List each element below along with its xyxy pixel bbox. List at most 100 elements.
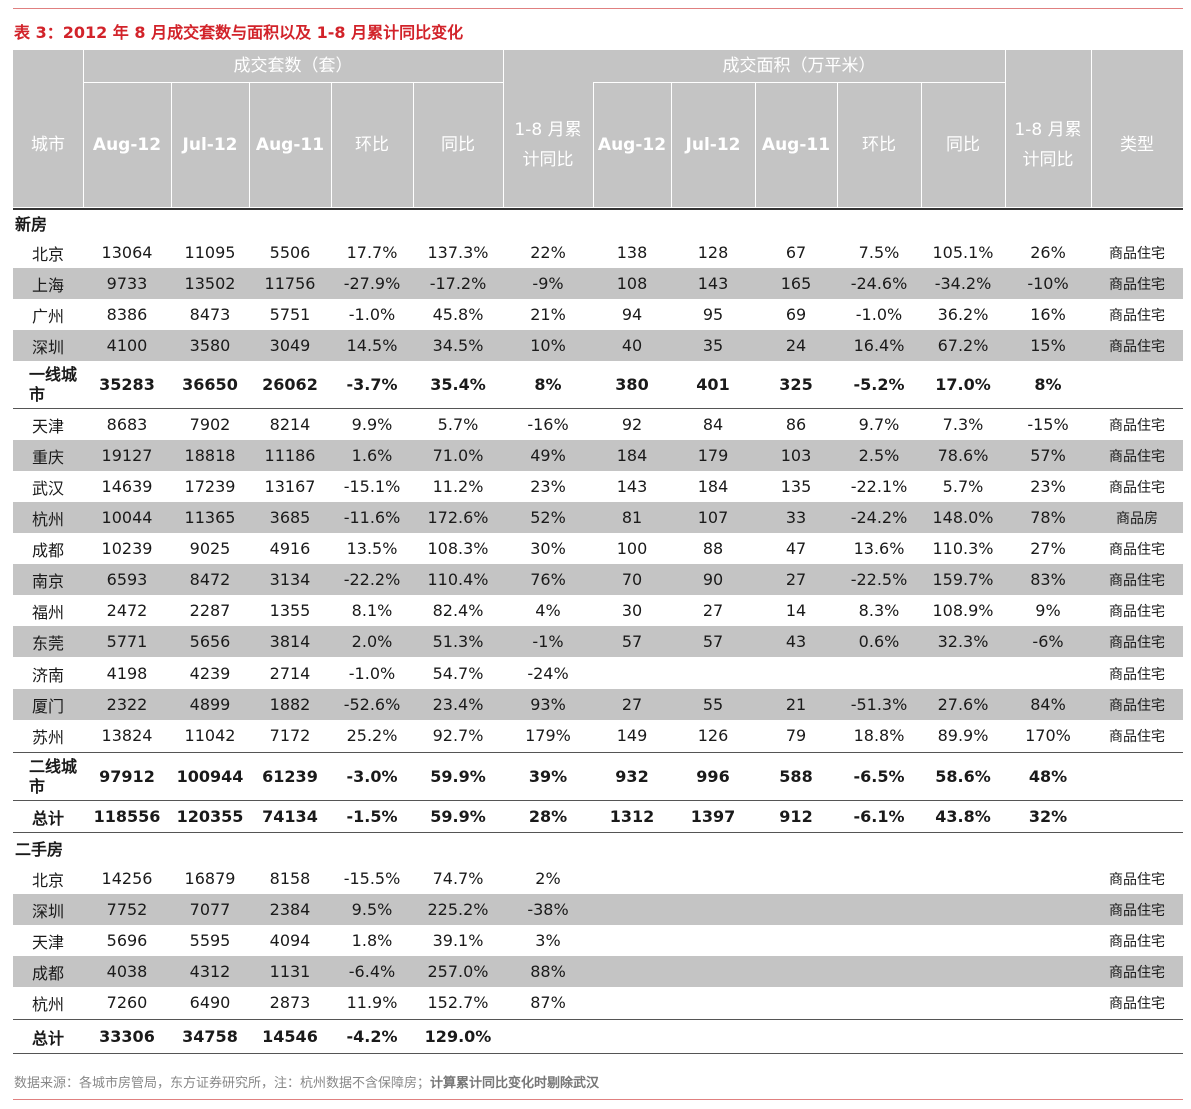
row-value: 74.7% bbox=[432, 869, 484, 888]
header-group-area: 成交面积（万平米） bbox=[722, 56, 876, 76]
row-city: 总计 bbox=[31, 808, 64, 828]
row-value: 118556 bbox=[93, 807, 161, 826]
header-units-col: Jul-12 bbox=[182, 134, 238, 155]
header-area-col: Aug-12 bbox=[597, 134, 667, 155]
row-value: 27% bbox=[1030, 539, 1066, 558]
row-value bbox=[671, 987, 755, 1018]
table-row: 厦门 2322 4899 1882 -52.6% 23.4% 93% 27 55 21 -51.3%… bbox=[13, 689, 1183, 720]
row-type bbox=[1091, 801, 1183, 832]
table-rule bbox=[13, 832, 1183, 833]
row-city: 北京 bbox=[31, 244, 64, 264]
table-row: 重庆 19127 18818 11186 1.6% 71.0% 49% 184 179 103 2.… bbox=[13, 440, 1183, 471]
row-value: -10% bbox=[1027, 274, 1069, 293]
row-value: -11.6% bbox=[343, 508, 401, 527]
row-value: 26062 bbox=[262, 375, 318, 394]
row-value bbox=[671, 658, 755, 689]
row-value: 4916 bbox=[269, 539, 311, 558]
table-row: 南京 6593 8472 3134 -22.2% 110.4% 76% 70 90 27 -22.5… bbox=[13, 564, 1183, 595]
row-value: -38% bbox=[527, 900, 569, 919]
row-city: 二线城市 bbox=[29, 756, 78, 796]
row-value: 108 bbox=[616, 274, 648, 293]
row-value: 94 bbox=[621, 305, 643, 324]
row-city: 成都 bbox=[31, 540, 64, 560]
row-value: 69 bbox=[785, 305, 807, 324]
row-value: 54.7% bbox=[432, 664, 484, 683]
row-value bbox=[755, 863, 837, 894]
row-value: 27 bbox=[785, 570, 807, 589]
row-type: 商品住宅 bbox=[1109, 902, 1165, 919]
row-value: 55 bbox=[702, 695, 724, 714]
row-value: 8473 bbox=[189, 305, 231, 324]
row-type: 商品住宅 bbox=[1109, 666, 1165, 683]
row-value: 10% bbox=[530, 336, 566, 355]
row-value: 7.5% bbox=[858, 243, 900, 262]
row-value: 9.7% bbox=[858, 415, 900, 434]
row-type: 商品住宅 bbox=[1109, 871, 1165, 888]
row-value: 5595 bbox=[189, 931, 231, 950]
row-value: 19127 bbox=[101, 446, 153, 465]
row-value: 59.9% bbox=[430, 767, 486, 786]
row-value bbox=[1005, 1021, 1091, 1052]
row-value: 13.5% bbox=[346, 539, 398, 558]
row-type: 商品住宅 bbox=[1109, 995, 1165, 1012]
row-value: -4.2% bbox=[346, 1027, 398, 1046]
row-value: 13502 bbox=[184, 274, 236, 293]
table-rule bbox=[13, 208, 1183, 210]
row-value: -6.4% bbox=[348, 962, 396, 981]
row-value: -3.0% bbox=[346, 767, 398, 786]
header-area-cum-label: 1-8 月累计同比 bbox=[1014, 119, 1082, 170]
row-value: 4312 bbox=[189, 962, 231, 981]
row-value: 7172 bbox=[269, 726, 311, 745]
row-value: 184 bbox=[697, 477, 729, 496]
table-row: 福州 2472 2287 1355 8.1% 82.4% 4% 30 27 14 8.3% 108.9… bbox=[13, 595, 1183, 626]
row-type: 商品住宅 bbox=[1109, 307, 1165, 324]
row-value: 4094 bbox=[269, 931, 311, 950]
row-value: 4899 bbox=[189, 695, 231, 714]
row-value: 2% bbox=[535, 869, 561, 888]
row-value: 33 bbox=[785, 508, 807, 527]
row-type: 商品住宅 bbox=[1109, 603, 1165, 620]
table-rule bbox=[13, 1053, 1183, 1054]
header-area-cum: 1-8 月累计同比 bbox=[1005, 82, 1091, 207]
table-row: 深圳 4100 3580 3049 14.5% 34.5% 10% 40 35 24 16.4% 67… bbox=[13, 330, 1183, 361]
row-city: 福州 bbox=[31, 602, 64, 622]
footnote-text: 数据来源：各城市房管局，东方证券研究所，注：杭州数据不含保障房； bbox=[14, 1076, 431, 1091]
row-value: 14546 bbox=[262, 1027, 318, 1046]
row-type bbox=[1091, 753, 1183, 800]
row-type bbox=[1091, 1021, 1183, 1052]
row-value: 30 bbox=[621, 601, 643, 620]
row-value bbox=[503, 1021, 593, 1052]
table-row: 总计 33306 34758 14546 -4.2% 129.0% bbox=[13, 1021, 1183, 1052]
row-value bbox=[671, 925, 755, 956]
row-value: 6490 bbox=[189, 993, 231, 1012]
row-value: 61239 bbox=[262, 767, 318, 786]
row-value: 7077 bbox=[189, 900, 231, 919]
row-value: 6593 bbox=[106, 570, 148, 589]
row-city: 天津 bbox=[31, 416, 64, 436]
row-value: 86 bbox=[785, 415, 807, 434]
row-value: 2384 bbox=[269, 900, 311, 919]
table-row: 成都 10239 9025 4916 13.5% 108.3% 30% 100 88 47 13.6… bbox=[13, 533, 1183, 564]
row-value: 76% bbox=[530, 570, 566, 589]
row-value bbox=[837, 987, 921, 1018]
row-value: -52.6% bbox=[343, 695, 401, 714]
row-value: 10239 bbox=[101, 539, 153, 558]
row-value: 39% bbox=[528, 767, 568, 786]
row-value bbox=[755, 925, 837, 956]
row-value bbox=[1005, 863, 1091, 894]
section-label-second-hand: 二手房 bbox=[15, 840, 64, 859]
table-rule bbox=[13, 752, 1183, 753]
row-value: 3814 bbox=[269, 632, 311, 651]
row-value: 325 bbox=[779, 375, 813, 394]
row-value: 996 bbox=[696, 767, 730, 786]
row-value: 13.6% bbox=[853, 539, 905, 558]
row-value: -15.1% bbox=[343, 477, 401, 496]
row-value: 7752 bbox=[106, 900, 148, 919]
row-value: 5.7% bbox=[942, 477, 984, 496]
row-value: 71.0% bbox=[432, 446, 484, 465]
row-value: 2.0% bbox=[351, 632, 393, 651]
row-value: 89.9% bbox=[937, 726, 989, 745]
row-value: 912 bbox=[779, 807, 813, 826]
row-value: 23% bbox=[530, 477, 566, 496]
row-value: -22.1% bbox=[850, 477, 908, 496]
